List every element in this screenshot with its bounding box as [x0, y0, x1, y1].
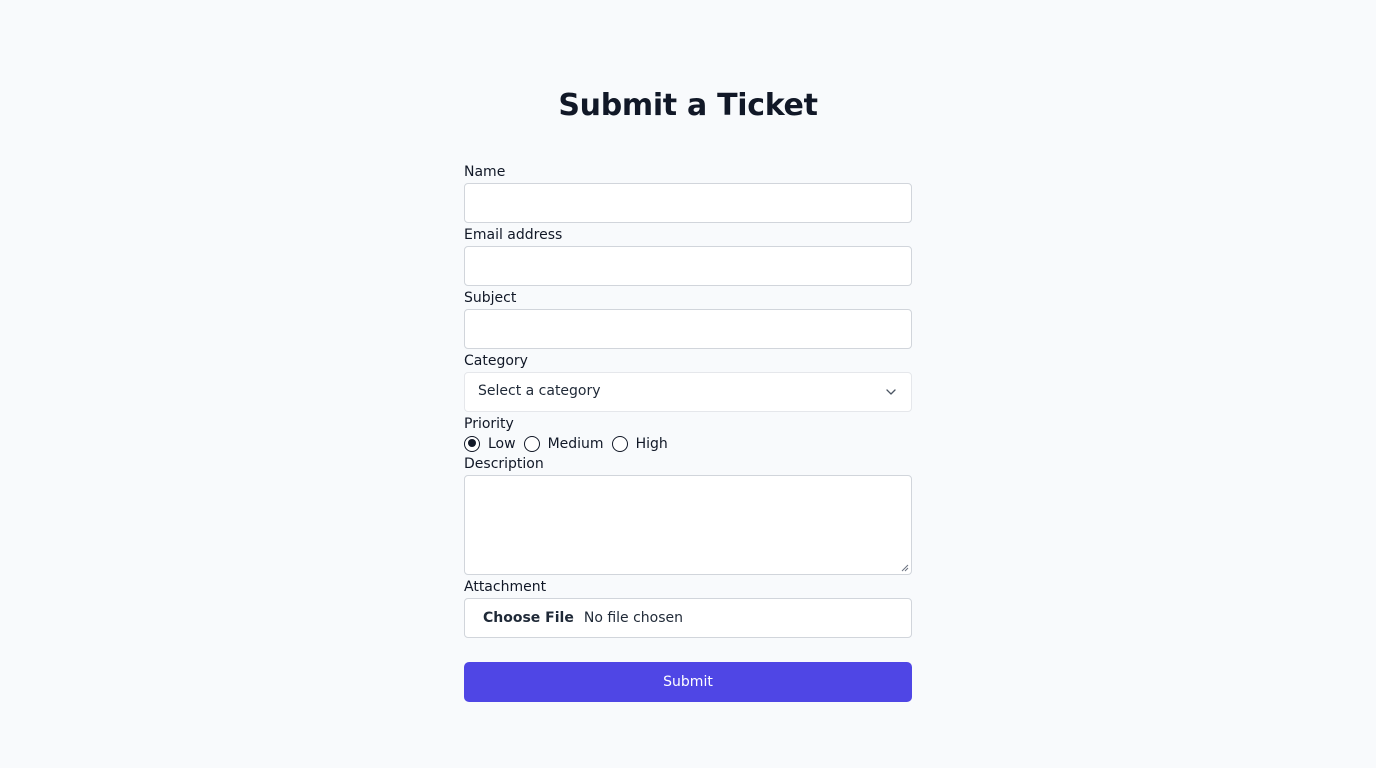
file-status-text: No file chosen [583, 610, 684, 626]
attachment-file-input[interactable]: Choose File No file chosen [464, 598, 912, 638]
priority-label: Priority [464, 416, 514, 432]
radio-label-medium: Medium [547, 435, 604, 452]
radio-high[interactable] [611, 435, 628, 452]
ticket-form: Name Email address Subject Category Sele… [464, 162, 912, 702]
priority-option-low[interactable]: Low [464, 435, 516, 452]
name-label: Name [464, 164, 506, 180]
radio-label-high: High [635, 435, 668, 452]
subject-label: Subject [464, 290, 517, 306]
radio-medium[interactable] [523, 435, 540, 452]
category-select[interactable]: Select a category [464, 372, 912, 412]
priority-option-high[interactable]: High [611, 435, 668, 452]
chevron-down-icon [886, 389, 896, 395]
name-input[interactable] [464, 183, 912, 223]
email-label: Email address [464, 227, 563, 243]
resize-handle-icon[interactable] [901, 564, 909, 572]
subject-input[interactable] [464, 309, 912, 349]
category-label: Category [464, 353, 528, 369]
attachment-label: Attachment [464, 579, 547, 595]
page-title: Submit a Ticket [558, 88, 818, 123]
email-input[interactable] [464, 246, 912, 286]
ticket-page: Submit a Ticket Name Email address Subje… [0, 0, 1376, 768]
radio-label-low: Low [488, 435, 516, 452]
radio-low[interactable] [464, 435, 480, 452]
priority-option-medium[interactable]: Medium [523, 435, 604, 452]
description-textarea[interactable] [464, 475, 912, 575]
submit-button[interactable]: Submit [464, 662, 912, 702]
description-label: Description [464, 456, 544, 472]
choose-file-button[interactable]: Choose File [483, 610, 574, 626]
category-selected-value: Select a category [478, 383, 601, 399]
priority-radio-group: Low Medium High [464, 434, 912, 453]
